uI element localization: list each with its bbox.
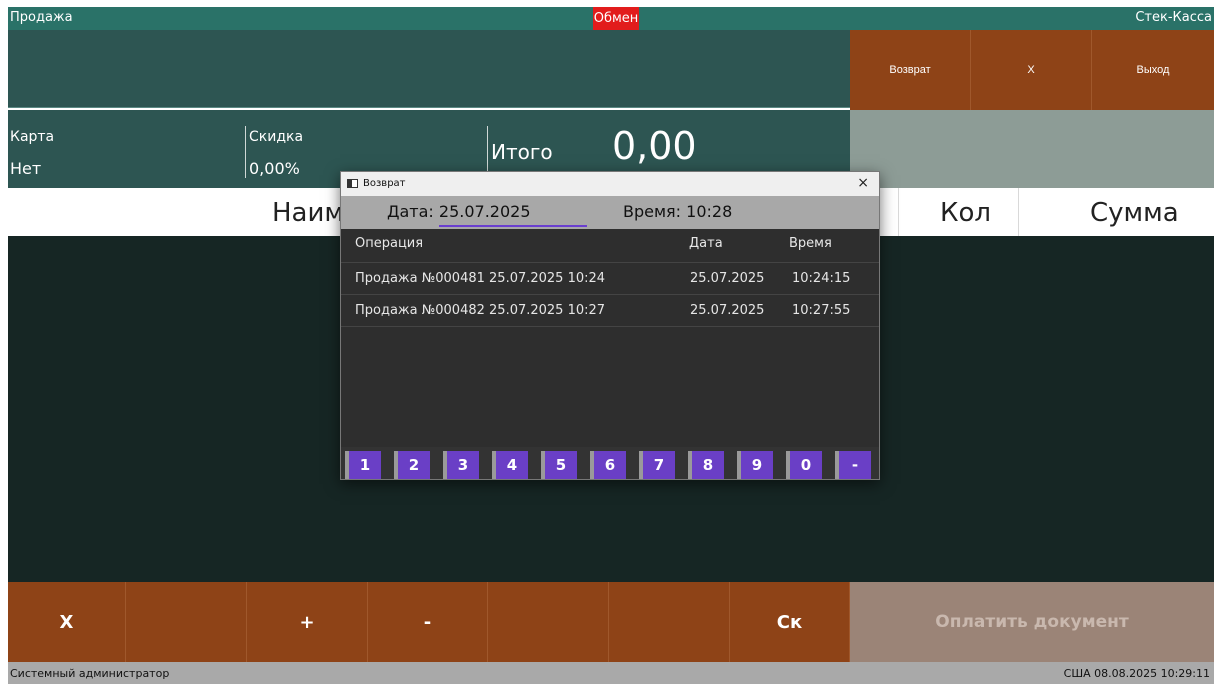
key-6[interactable]: 6 [590, 451, 626, 479]
app-title: Стек-Касса [1135, 10, 1212, 25]
total-label: Итого [491, 140, 553, 164]
window-icon [347, 179, 358, 188]
card-label: Карта [10, 129, 55, 145]
key-7[interactable]: 7 [639, 451, 675, 479]
header-panel [8, 30, 850, 108]
card-value: Нет [10, 159, 42, 178]
exchange-badge[interactable]: Обмен [593, 7, 639, 30]
total-value: 0,00 [612, 124, 697, 168]
discount-value: 0,00% [249, 159, 300, 178]
numeric-keypad: 1 2 3 4 5 6 7 8 9 0 - [341, 447, 879, 479]
operations-table: Операция Дата Время Продажа №000481 25.0… [341, 229, 879, 447]
x-report-button[interactable]: X [971, 30, 1092, 110]
col-name: Наим [272, 198, 344, 228]
pay-document-button[interactable]: Оплатить документ [850, 582, 1214, 662]
dialog-title: Возврат [363, 178, 406, 189]
plus-button[interactable]: + [247, 582, 368, 662]
blank-button-1[interactable] [126, 582, 247, 662]
blank-button-3[interactable] [609, 582, 730, 662]
current-user: Системный администратор [10, 667, 170, 680]
return-dialog: Возврат × Дата: 25.07.2025 Время: 10:28 … [340, 171, 880, 480]
exit-button[interactable]: Выход [1092, 30, 1214, 110]
mode-label: Продажа [10, 10, 73, 25]
minus-button[interactable]: - [368, 582, 488, 662]
row-time: 10:27:55 [792, 303, 851, 318]
divider [1018, 188, 1019, 236]
status-bar: Системный администратор США 08.08.2025 1… [8, 662, 1214, 684]
dialog-filter: Дата: 25.07.2025 Время: 10:28 [341, 196, 879, 229]
return-button[interactable]: Возврат [850, 30, 971, 110]
table-row[interactable]: Продажа №000481 25.07.2025 10:24 25.07.2… [341, 263, 879, 295]
date-field[interactable]: Дата: 25.07.2025 [387, 202, 531, 221]
discount-label: Скидка [249, 129, 304, 145]
discount-button[interactable]: Ск [730, 582, 850, 662]
col-sum: Сумма [1090, 198, 1179, 228]
header-date: Дата [689, 236, 723, 251]
time-field[interactable]: Время: 10:28 [623, 202, 732, 221]
key-4[interactable]: 4 [492, 451, 528, 479]
table-row[interactable]: Продажа №000482 25.07.2025 10:27 25.07.2… [341, 295, 879, 327]
col-qty: Кол [940, 198, 991, 228]
key-1[interactable]: 1 [345, 451, 381, 479]
table-header: Операция Дата Время [341, 229, 879, 263]
info-side-panel [850, 110, 1214, 188]
header-time: Время [789, 236, 832, 251]
key-dash[interactable]: - [835, 451, 871, 479]
close-icon[interactable]: × [857, 175, 869, 191]
key-9[interactable]: 9 [737, 451, 773, 479]
row-date: 25.07.2025 [690, 303, 765, 318]
key-5[interactable]: 5 [541, 451, 577, 479]
date-field-focus-indicator [439, 225, 587, 227]
divider [898, 188, 899, 236]
row-time: 10:24:15 [792, 271, 851, 286]
blank-button-2[interactable] [488, 582, 609, 662]
top-bar: Продажа Обмен Стек-Касса [8, 7, 1214, 30]
row-date: 25.07.2025 [690, 271, 765, 286]
divider [245, 126, 246, 178]
delete-button[interactable]: X [8, 582, 126, 662]
key-0[interactable]: 0 [786, 451, 822, 479]
key-8[interactable]: 8 [688, 451, 724, 479]
row-operation: Продажа №000481 25.07.2025 10:24 [355, 271, 606, 286]
key-3[interactable]: 3 [443, 451, 479, 479]
key-2[interactable]: 2 [394, 451, 430, 479]
status-datetime: США 08.08.2025 10:29:11 [1063, 667, 1210, 680]
row-operation: Продажа №000482 25.07.2025 10:27 [355, 303, 606, 318]
header-operation: Операция [355, 236, 424, 251]
dialog-titlebar[interactable]: Возврат × [341, 172, 879, 196]
